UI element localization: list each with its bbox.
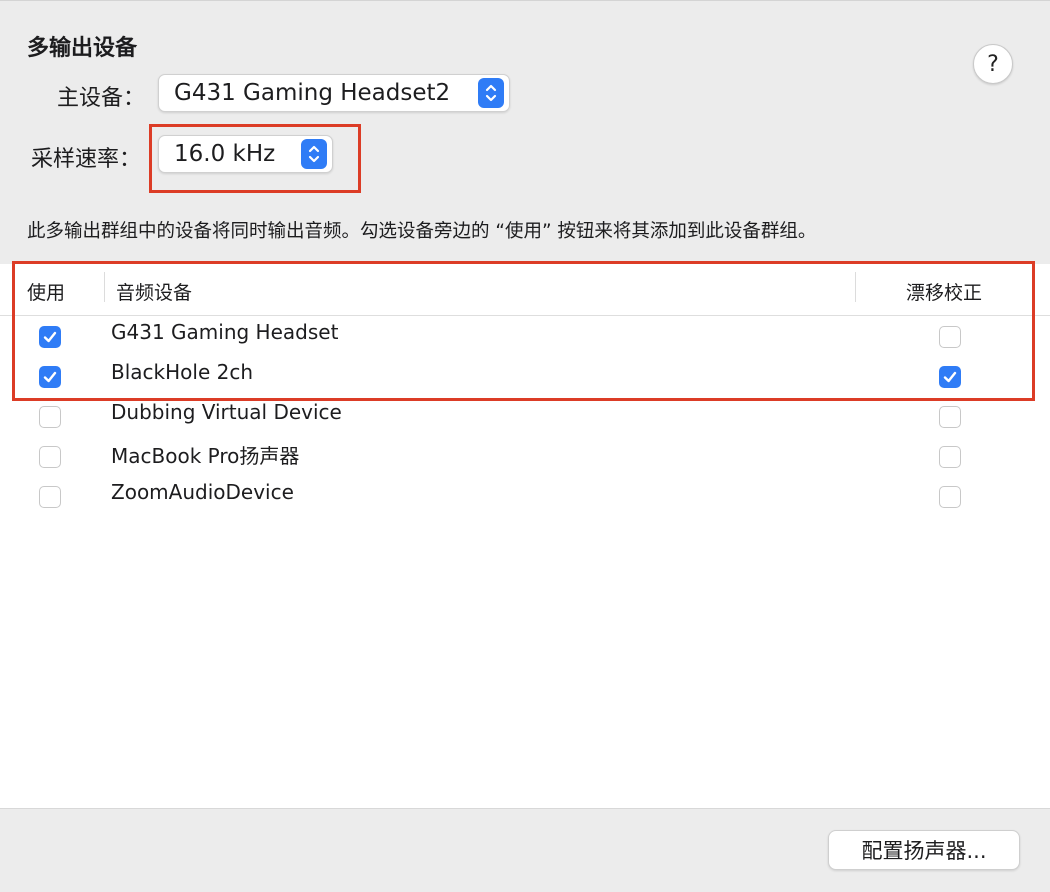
- configure-speakers-button[interactable]: 配置扬声器...: [828, 830, 1020, 870]
- use-checkbox[interactable]: [39, 486, 61, 508]
- table-row[interactable]: Dubbing Virtual Device: [0, 395, 1050, 435]
- window-top-border: [0, 0, 1050, 1]
- master-device-popup[interactable]: G431 Gaming Headset2: [158, 74, 510, 112]
- use-checkbox[interactable]: [39, 406, 61, 428]
- master-device-label: 主设备：: [57, 86, 146, 111]
- drift-correction-checkbox[interactable]: [939, 406, 961, 428]
- chevron-up-down-icon: [478, 78, 504, 108]
- device-name: Dubbing Virtual Device: [111, 400, 342, 424]
- device-name: MacBook Pro扬声器: [111, 444, 300, 468]
- drift-correction-checkbox[interactable]: [939, 446, 961, 468]
- description-text: 此多输出群组中的设备将同时输出音频。勾选设备旁边的 “使用” 按钮来将其添加到此…: [27, 221, 817, 242]
- help-button[interactable]: ?: [973, 44, 1013, 84]
- page-title: 多输出设备: [27, 36, 138, 61]
- master-device-value: G431 Gaming Headset2: [174, 80, 451, 106]
- sample-rate-label: 采样速率：: [31, 147, 142, 172]
- device-name: ZoomAudioDevice: [111, 480, 294, 504]
- table-row[interactable]: MacBook Pro扬声器: [0, 435, 1050, 475]
- use-checkbox[interactable]: [39, 446, 61, 468]
- drift-correction-checkbox[interactable]: [939, 486, 961, 508]
- footer-divider: [0, 808, 1050, 809]
- table-row[interactable]: ZoomAudioDevice: [0, 475, 1050, 515]
- sample-rate-highlight-box: [149, 124, 361, 193]
- table-highlight-box: [12, 261, 1035, 401]
